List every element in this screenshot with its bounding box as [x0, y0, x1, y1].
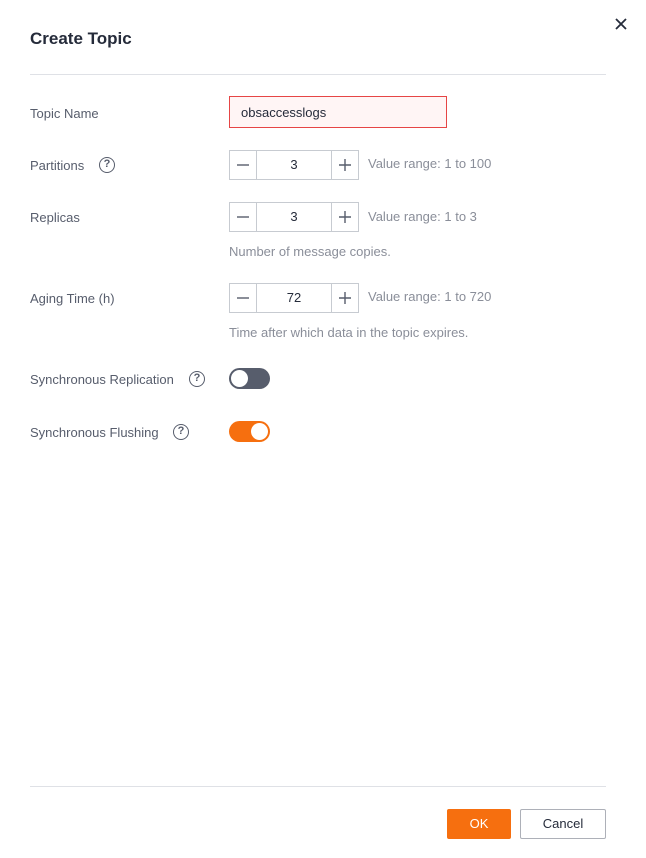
- sync-replication-help-icon[interactable]: ?: [189, 371, 205, 387]
- minus-icon: [237, 216, 249, 218]
- topic-name-label: Topic Name: [30, 106, 99, 121]
- partitions-stepper: 3: [229, 150, 359, 180]
- replicas-value[interactable]: 3: [257, 202, 331, 232]
- partitions-value[interactable]: 3: [257, 150, 331, 180]
- footer-divider: [30, 786, 606, 787]
- toggle-knob: [251, 423, 268, 440]
- plus-icon: [339, 159, 351, 171]
- partitions-range: Value range: 1 to 100: [368, 156, 492, 171]
- sync-replication-label: Synchronous Replication: [30, 372, 174, 387]
- plus-icon: [339, 292, 351, 304]
- aging-time-label: Aging Time (h): [30, 291, 115, 306]
- minus-icon: [237, 297, 249, 299]
- cancel-button[interactable]: Cancel: [520, 809, 606, 839]
- partitions-help-icon[interactable]: ?: [99, 157, 115, 173]
- aging-time-hint: Time after which data in the topic expir…: [229, 325, 469, 340]
- replicas-range: Value range: 1 to 3: [368, 209, 477, 224]
- replicas-increment-button[interactable]: [331, 202, 359, 232]
- sync-flushing-toggle[interactable]: [229, 421, 270, 442]
- topic-name-input[interactable]: [229, 96, 447, 128]
- partitions-decrement-button[interactable]: [229, 150, 257, 180]
- sync-flushing-label: Synchronous Flushing: [30, 425, 159, 440]
- close-button[interactable]: [611, 14, 631, 34]
- replicas-stepper: 3: [229, 202, 359, 232]
- dialog-title: Create Topic: [30, 29, 132, 48]
- sync-flushing-help-icon[interactable]: ?: [173, 424, 189, 440]
- aging-time-range: Value range: 1 to 720: [368, 289, 492, 304]
- aging-time-decrement-button[interactable]: [229, 283, 257, 313]
- partitions-increment-button[interactable]: [331, 150, 359, 180]
- replicas-label: Replicas: [30, 210, 80, 225]
- close-icon: [615, 18, 627, 30]
- header-divider: [30, 74, 606, 75]
- toggle-knob: [231, 370, 248, 387]
- aging-time-stepper: 72: [229, 283, 359, 313]
- ok-button[interactable]: OK: [447, 809, 511, 839]
- aging-time-value[interactable]: 72: [257, 283, 331, 313]
- replicas-hint: Number of message copies.: [229, 244, 391, 259]
- minus-icon: [237, 164, 249, 166]
- replicas-decrement-button[interactable]: [229, 202, 257, 232]
- plus-icon: [339, 211, 351, 223]
- sync-replication-toggle[interactable]: [229, 368, 270, 389]
- create-topic-dialog: Create Topic Topic Name Partitions ? 3 V…: [0, 0, 646, 858]
- partitions-label: Partitions: [30, 158, 85, 173]
- aging-time-increment-button[interactable]: [331, 283, 359, 313]
